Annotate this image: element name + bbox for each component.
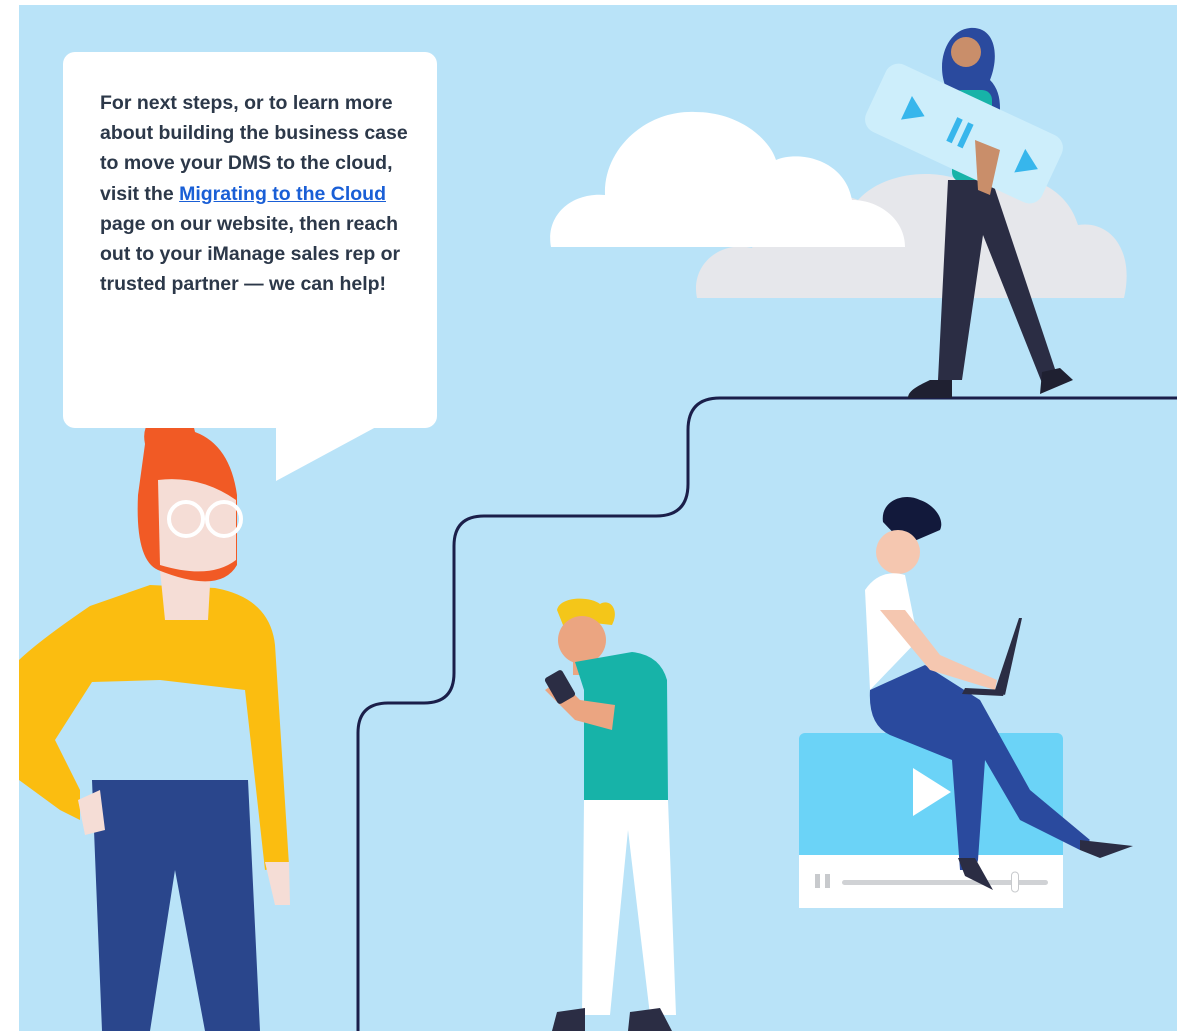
callout-bubble-tail	[276, 427, 376, 481]
migrating-to-cloud-link[interactable]: Migrating to the Cloud	[179, 183, 386, 205]
man-with-phone	[544, 598, 676, 1031]
progress-thumb	[1011, 871, 1019, 893]
path-line	[356, 396, 1177, 1031]
illustration-scene: For next steps, or to learn more about b…	[0, 0, 1191, 1031]
callout-text: For next steps, or to learn more about b…	[100, 88, 417, 299]
pause-icon	[815, 874, 820, 888]
callout-text-after: page on our website, then reach out to y…	[100, 212, 401, 296]
woman-with-glasses	[19, 382, 290, 1031]
callout-bubble: For next steps, or to learn more about b…	[63, 52, 437, 428]
